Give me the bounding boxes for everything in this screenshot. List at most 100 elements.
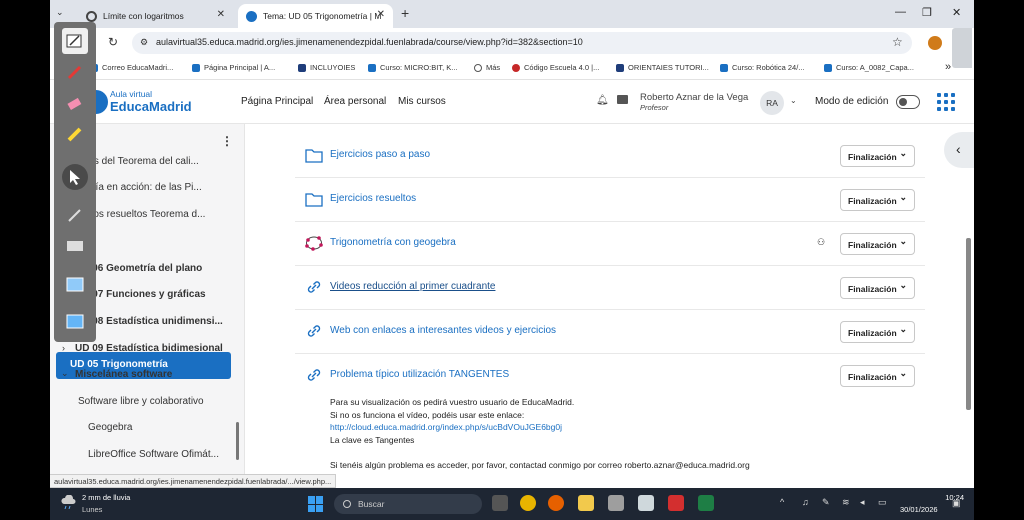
file-explorer-icon[interactable] — [578, 495, 594, 511]
volume-icon[interactable]: ◂ — [860, 497, 865, 508]
activity-link[interactable]: Web con enlaces a interesantes videos y … — [330, 325, 556, 336]
drawer-item[interactable]: Software libre y colaborativo — [78, 396, 244, 407]
logo-text[interactable]: EducaMadrid — [110, 99, 192, 114]
new-tab-icon[interactable]: + — [401, 5, 409, 21]
bookmark-item[interactable]: Curso: Robótica 24/... — [720, 63, 805, 72]
completion-button[interactable]: Finalización — [840, 277, 915, 299]
notebook-icon[interactable] — [62, 28, 88, 54]
notification-icon[interactable]: ▣ — [952, 498, 961, 509]
completion-button[interactable]: Finalización — [840, 321, 915, 343]
bookmark-item[interactable]: Curso: MICRO:BIT, K... — [368, 63, 458, 72]
screenshot-icon[interactable] — [62, 272, 88, 298]
drawer-section-ud07[interactable]: UD 07 Funciones y gráficas — [75, 289, 244, 300]
windows-start-icon[interactable] — [308, 496, 324, 512]
bookmark-item[interactable]: INCLUYOIES — [298, 63, 355, 72]
app-icon[interactable] — [608, 495, 624, 511]
right-drawer-toggle[interactable]: ‹ — [944, 132, 974, 168]
whiteboard-icon[interactable] — [62, 309, 88, 335]
tray-expand-icon[interactable]: ^ — [780, 497, 784, 507]
highlighter-icon[interactable] — [62, 90, 88, 116]
rain-cloud-icon — [61, 495, 76, 509]
messages-icon[interactable] — [617, 95, 628, 104]
taskbar-search[interactable]: Buscar — [334, 494, 482, 514]
drawer-scrollbar[interactable] — [236, 422, 239, 460]
drawer-section-ud08[interactable]: UD 08 Estadística unidimensi... — [75, 316, 244, 327]
tab-search-icon[interactable]: ⌄ — [56, 7, 64, 18]
site-info-icon[interactable]: ⚙ — [140, 37, 148, 48]
pdf-reader-icon[interactable] — [668, 495, 684, 511]
bell-icon[interactable]: 🔔︎ — [596, 95, 609, 106]
globe-icon — [86, 10, 97, 22]
pen-icon[interactable] — [62, 59, 88, 85]
clock-date[interactable]: 30/01/2026 — [900, 505, 946, 514]
bookmark-item[interactable]: Página Principal | A... — [192, 63, 275, 72]
completion-button[interactable]: Finalización — [840, 365, 915, 387]
marker-icon[interactable] — [62, 121, 88, 147]
drawer-item[interactable]: LibreOffice Software Ofimát... — [88, 449, 228, 460]
nav-mis-cursos[interactable]: Mis cursos — [398, 96, 446, 107]
address-bar[interactable]: ⚙ aulavirtual35.educa.madrid.org/ies.jim… — [132, 32, 912, 54]
weather-day: Lunes — [82, 505, 103, 514]
folder-icon — [305, 149, 323, 163]
drawer-section-ud06[interactable]: UD 06 Geometría del plano — [75, 263, 244, 274]
tab-trigonometria[interactable]: Tema: UD 05 Trigonometría | M ✕ — [238, 4, 393, 28]
bookmark-item[interactable]: Más — [474, 63, 500, 72]
brush-icon[interactable] — [62, 202, 88, 228]
bookmark-item[interactable]: Código Escuela 4.0 |... — [512, 63, 599, 72]
excel-icon[interactable] — [698, 495, 714, 511]
drawer-item[interactable]: Geogebra — [88, 422, 244, 433]
activity-link[interactable]: Ejercicios paso a paso — [330, 149, 430, 160]
tab-limite[interactable]: Límite con logaritmos ✕ — [78, 4, 233, 28]
drawer-section-miscelanea[interactable]: Miscelánea software — [75, 369, 244, 380]
nav-area-personal[interactable]: Área personal — [324, 96, 386, 107]
status-bar-url: aulavirtual35.educa.madrid.org/ies.jimen… — [50, 474, 337, 488]
more-bookmarks-icon[interactable]: » — [945, 61, 951, 73]
drawer-options-icon[interactable]: ⋮ — [221, 134, 233, 148]
chevron-left-icon: ‹ — [956, 141, 961, 157]
bookmark-item[interactable]: Curso: A_0082_Capa... — [824, 63, 914, 72]
restore-icon[interactable]: ❐ — [922, 6, 932, 19]
tab-strip: ⌄ Límite con logaritmos ✕ Tema: UD 05 Tr… — [50, 0, 974, 28]
completion-button[interactable]: Finalización — [840, 233, 915, 255]
avatar[interactable]: RA — [760, 91, 784, 115]
keyboard-icon[interactable] — [62, 233, 88, 259]
microphone-icon[interactable]: ♫ — [802, 497, 809, 507]
activity-link[interactable]: Videos reducción al primer cuadrante — [330, 281, 495, 292]
page-scrollbar[interactable] — [966, 238, 971, 410]
firefox-icon[interactable] — [548, 495, 564, 511]
activity-link[interactable]: Problema típico utilización TANGENTES — [330, 369, 509, 380]
user-menu-chevron-icon[interactable]: ⌄ — [790, 96, 797, 105]
description-line: Para su visualización os pedirá vuestro … — [330, 397, 575, 407]
wifi-icon[interactable]: ≋ — [842, 497, 850, 508]
cloud-link[interactable]: http://cloud.educa.madrid.org/index.php/… — [330, 422, 562, 432]
geogebra-icon — [305, 236, 323, 251]
whiteboard-app-icon[interactable] — [638, 495, 654, 511]
close-tab-icon[interactable]: ✕ — [217, 9, 225, 20]
completion-button[interactable]: Finalización — [840, 189, 915, 211]
chevron-right-icon[interactable]: › — [62, 343, 65, 353]
activity-link[interactable]: Trigonometría con geogebra — [330, 237, 456, 248]
activity-row: Trigonometría con geogebra ⚇ Finalizació… — [295, 222, 925, 266]
bookmark-item[interactable]: Correo EducaMadri... — [90, 63, 173, 72]
battery-icon[interactable]: ▭ — [878, 497, 887, 508]
weather-text[interactable]: 2 mm de lluvia — [82, 493, 130, 502]
side-panel-dock[interactable] — [952, 28, 972, 68]
pen-tray-icon[interactable]: ✎ — [822, 497, 830, 508]
profile-icon[interactable] — [928, 36, 942, 50]
minimize-icon[interactable]: — — [895, 6, 906, 18]
task-view-icon[interactable] — [492, 495, 508, 511]
completion-button[interactable]: Finalización — [840, 145, 915, 167]
reload-icon[interactable]: ↻ — [108, 35, 118, 49]
chevron-down-icon[interactable]: ⌄ — [61, 368, 69, 379]
bookmark-item[interactable]: ORIENTAIES TUTORI... — [616, 63, 709, 72]
nav-pagina-principal[interactable]: Página Principal — [241, 96, 313, 107]
close-window-icon[interactable]: ✕ — [952, 6, 961, 19]
edit-mode-toggle[interactable] — [896, 95, 920, 109]
activity-link[interactable]: Ejercicios resueltos — [330, 193, 416, 204]
close-tab-icon[interactable]: ✕ — [377, 9, 385, 20]
bookmark-star-icon[interactable]: ☆ — [892, 35, 903, 49]
apps-grid-icon[interactable] — [937, 93, 955, 111]
drawer-section-ud09[interactable]: UD 09 Estadística bidimesional — [75, 343, 244, 354]
pointer-icon[interactable] — [62, 164, 88, 190]
chrome-icon[interactable] — [520, 495, 536, 511]
